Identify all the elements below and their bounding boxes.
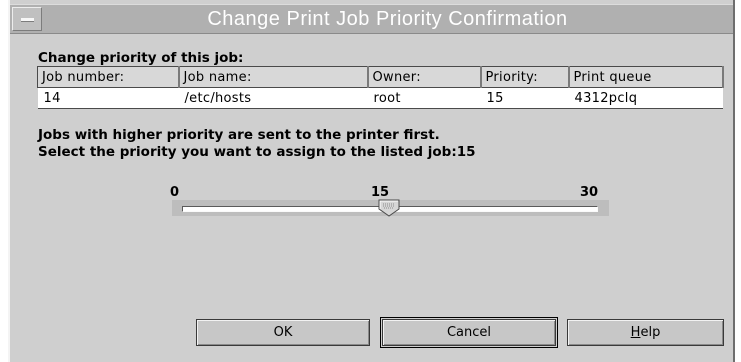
column-header-owner[interactable]: Owner: [367, 66, 482, 88]
column-header-job-name[interactable]: Job name: [178, 66, 369, 88]
dialog-title: Change Print Job Priority Confirmation [207, 8, 568, 30]
column-header-job-number[interactable]: Job number: [37, 66, 180, 88]
table-header-row: Job number: Job name: Owner: Priority: P… [37, 66, 724, 88]
cell-job-name: /etc/hosts [178, 87, 368, 109]
cell-job-number: 14 [37, 87, 179, 109]
cell-owner: root [367, 87, 481, 109]
dialog-window: Change Print Job Priority Confirmation C… [8, 0, 735, 362]
slider-max-label: 30 [580, 185, 599, 200]
slider-thumb-icon [378, 199, 400, 217]
column-header-print-queue[interactable]: Print queue [568, 66, 724, 88]
message-line-2: Select the priority you want to assign t… [38, 144, 476, 160]
column-header-priority[interactable]: Priority: [480, 66, 570, 88]
slider-min-label: 0 [170, 185, 180, 200]
cell-print-queue: 4312pclq [568, 87, 723, 109]
cell-priority: 15 [480, 87, 569, 109]
ok-button[interactable]: OK [196, 319, 370, 346]
cancel-button[interactable]: Cancel [380, 317, 558, 348]
help-mnemonic: H [630, 325, 641, 340]
title-bar[interactable]: Change Print Job Priority Confirmation [10, 4, 733, 34]
priority-slider[interactable] [172, 199, 609, 217]
help-label: elp [640, 325, 661, 340]
message-line-1: Jobs with higher priority are sent to th… [38, 127, 440, 143]
job-table: Job number: Job name: Owner: Priority: P… [37, 66, 724, 109]
table-heading: Change priority of this job: [38, 50, 244, 66]
window-menu-button[interactable] [12, 7, 42, 31]
slider-value-label: 15 [371, 185, 390, 200]
slider-thumb[interactable] [378, 199, 400, 217]
help-button[interactable]: Help [567, 319, 724, 346]
table-row[interactable]: 14 /etc/hosts root 15 4312pclq [37, 87, 723, 109]
window-menu-icon [21, 18, 34, 22]
